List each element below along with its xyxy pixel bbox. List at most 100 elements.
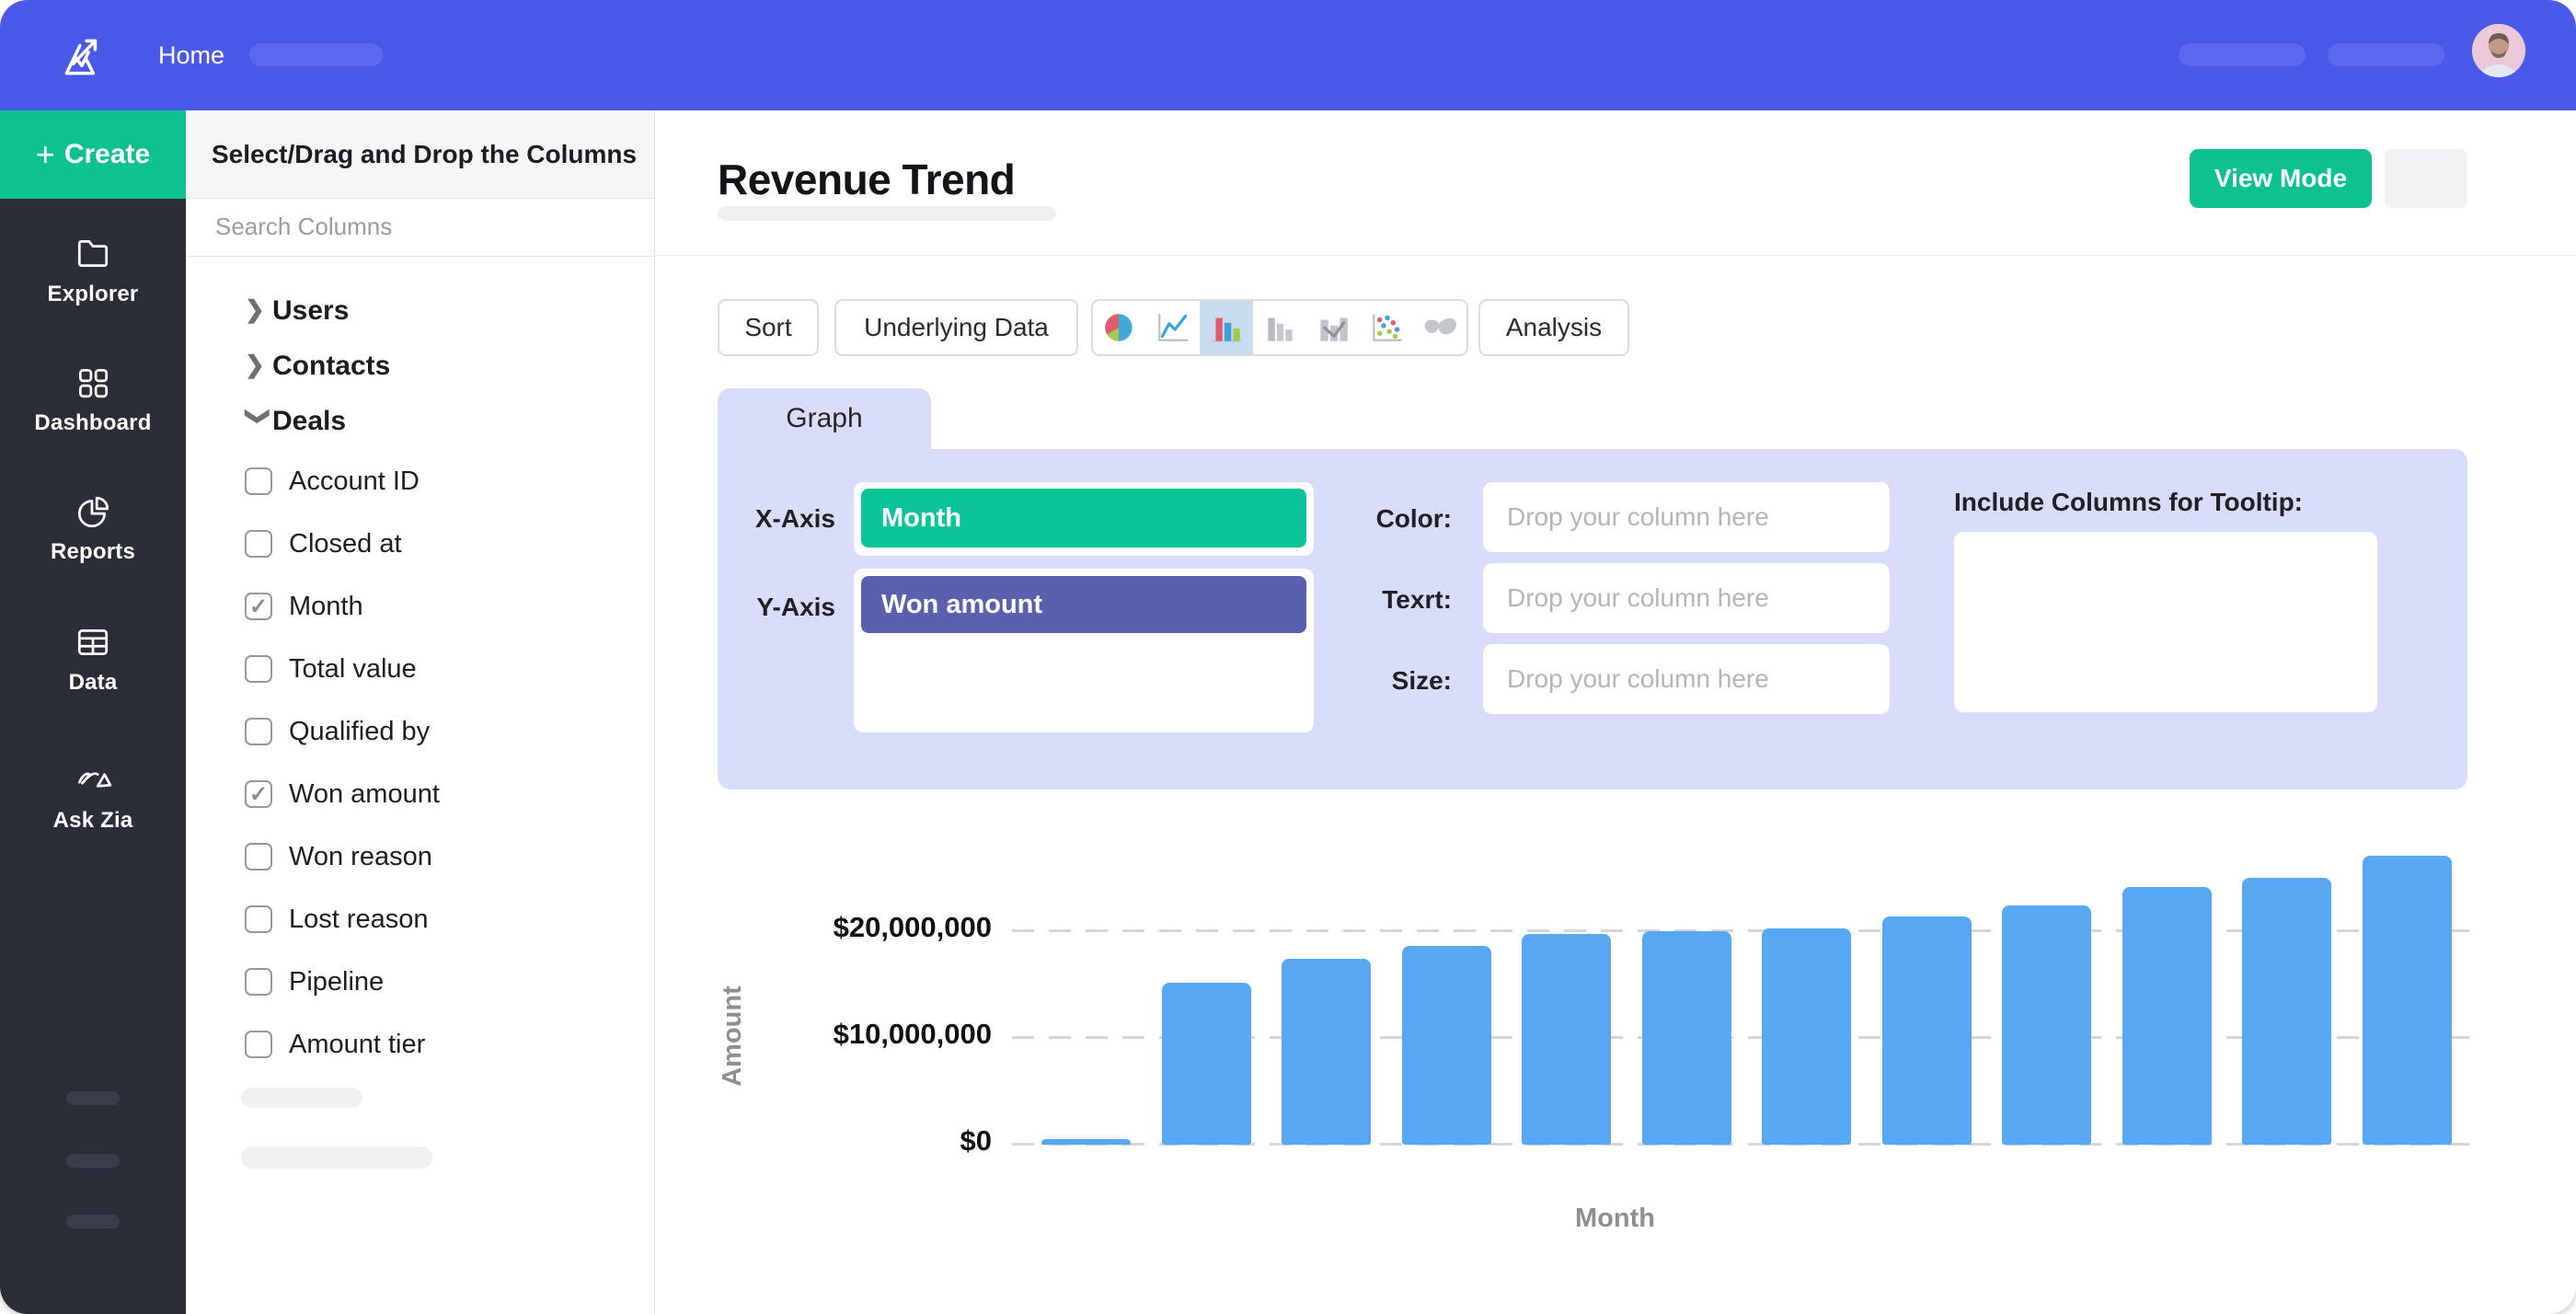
sidebar-item-dashboard[interactable]: Dashboard bbox=[0, 363, 186, 452]
scatter-chart-icon bbox=[1367, 310, 1406, 345]
topbar: Home bbox=[0, 0, 2576, 110]
tree-group[interactable]: ❯ Contacts bbox=[186, 339, 654, 394]
checkbox-icon[interactable] bbox=[245, 968, 272, 996]
bar-month-8[interactable] bbox=[1882, 916, 1972, 1145]
bar-month-5[interactable] bbox=[1522, 934, 1611, 1145]
topbar-skeleton-pill bbox=[2179, 43, 2306, 66]
column-skeleton-pill bbox=[241, 1147, 432, 1169]
column-skeleton-pill bbox=[241, 1088, 362, 1108]
column-field[interactable]: Closed at bbox=[186, 513, 654, 575]
checkbox-icon[interactable] bbox=[245, 655, 272, 683]
line-chart-icon bbox=[1154, 310, 1192, 345]
column-field[interactable]: Won reason bbox=[186, 825, 654, 888]
checkbox-icon[interactable] bbox=[245, 780, 272, 808]
column-field-label: Pipeline bbox=[289, 967, 384, 997]
sidebar-item-label: Dashboard bbox=[34, 410, 151, 436]
checkbox-icon[interactable] bbox=[245, 843, 272, 870]
tooltip-columns-dropzone[interactable] bbox=[1954, 532, 2377, 712]
folder-icon bbox=[74, 235, 112, 273]
create-button[interactable]: + Create bbox=[0, 110, 186, 199]
tree-group-label: Users bbox=[272, 295, 349, 327]
color-dropzone[interactable]: Drop your column here bbox=[1483, 482, 1890, 552]
y-tick-label: $20,000,000 bbox=[746, 911, 992, 944]
bar-month-4[interactable] bbox=[1402, 946, 1491, 1145]
checkbox-icon[interactable] bbox=[245, 718, 272, 745]
chart-type-map[interactable] bbox=[1413, 301, 1466, 354]
search-columns-input[interactable] bbox=[213, 199, 622, 254]
chevron-icon: ❯ bbox=[245, 295, 272, 324]
zia-icon bbox=[74, 761, 112, 800]
column-field[interactable]: Month bbox=[186, 575, 654, 638]
create-button-label: Create bbox=[64, 139, 150, 170]
column-field[interactable]: Qualified by bbox=[186, 700, 654, 763]
bar-month-7[interactable] bbox=[1762, 928, 1851, 1145]
x-axis-chip[interactable]: Month bbox=[861, 489, 1306, 548]
sidebar-item-explorer[interactable]: Explorer bbox=[0, 235, 186, 323]
chart-type-bar[interactable] bbox=[1200, 301, 1253, 354]
sort-button[interactable]: Sort bbox=[718, 299, 819, 356]
columns-tree: ❯ Users ❯ Contacts ❯ Deals bbox=[186, 283, 654, 449]
sidebar-skeleton-pill bbox=[66, 1091, 120, 1105]
checkbox-icon[interactable] bbox=[245, 593, 272, 620]
title-skeleton-pill bbox=[718, 206, 1056, 221]
bar-month-6[interactable] bbox=[1642, 931, 1731, 1145]
bar-month-10[interactable] bbox=[2122, 887, 2212, 1145]
column-field[interactable]: Pipeline bbox=[186, 951, 654, 1013]
sidebar-item-ask-zia[interactable]: Ask Zia bbox=[0, 761, 186, 849]
bar-month-11[interactable] bbox=[2242, 878, 2331, 1145]
x-axis-dropwell[interactable]: Month bbox=[854, 482, 1314, 556]
column-field-label: Month bbox=[289, 592, 363, 622]
column-field[interactable]: Total value bbox=[186, 638, 654, 700]
bar-month-1[interactable] bbox=[1041, 1139, 1131, 1145]
underlying-data-button[interactable]: Underlying Data bbox=[834, 299, 1078, 356]
topbar-skeleton-pill bbox=[249, 43, 383, 66]
analysis-button[interactable]: Analysis bbox=[1478, 299, 1629, 356]
sidebar-item-label: Ask Zia bbox=[53, 808, 133, 834]
app-logo-icon[interactable] bbox=[57, 29, 110, 83]
bar-month-3[interactable] bbox=[1282, 959, 1371, 1145]
sidebar-item-label: Reports bbox=[51, 539, 135, 565]
user-avatar[interactable] bbox=[2472, 24, 2525, 77]
header-divider bbox=[654, 255, 2576, 256]
chart-type-combo[interactable] bbox=[1306, 301, 1360, 354]
checkbox-icon[interactable] bbox=[245, 905, 272, 933]
column-field[interactable]: Amount tier bbox=[186, 1013, 654, 1076]
bar-chart: Amount Month $0$10,000,000$20,000,000 bbox=[654, 810, 2576, 1242]
chart-type-line[interactable] bbox=[1146, 301, 1200, 354]
sidebar-item-reports[interactable]: Reports bbox=[0, 492, 186, 581]
map-chart-icon bbox=[1420, 310, 1459, 345]
y-tick-label: $0 bbox=[746, 1124, 992, 1158]
chart-type-pie[interactable] bbox=[1093, 301, 1146, 354]
column-field[interactable]: Won amount bbox=[186, 763, 654, 825]
chart-type-column[interactable] bbox=[1253, 301, 1306, 354]
column-field-label: Account ID bbox=[289, 467, 420, 497]
bar-month-12[interactable] bbox=[2363, 856, 2452, 1145]
tree-group[interactable]: ❯ Deals bbox=[186, 394, 654, 449]
y-axis-dropwell[interactable]: Won amount bbox=[854, 569, 1314, 732]
tree-group[interactable]: ❯ Users bbox=[186, 283, 654, 339]
view-mode-button[interactable]: View Mode bbox=[2190, 149, 2372, 208]
sidebar-skeleton-pill bbox=[66, 1215, 120, 1228]
column-field[interactable]: Lost reason bbox=[186, 888, 654, 951]
sidebar-item-data[interactable]: Data bbox=[0, 623, 186, 711]
nav-home[interactable]: Home bbox=[158, 0, 224, 110]
size-dropzone[interactable]: Drop your column here bbox=[1483, 644, 1890, 714]
header-placeholder-button[interactable] bbox=[2385, 149, 2467, 208]
pie-report-icon bbox=[74, 492, 112, 531]
checkbox-icon[interactable] bbox=[245, 467, 272, 495]
text-label: Texrt: bbox=[1297, 585, 1452, 615]
y-tick-label: $10,000,000 bbox=[746, 1018, 992, 1051]
chart-type-scatter[interactable] bbox=[1360, 301, 1413, 354]
plus-icon: + bbox=[36, 141, 55, 168]
y-axis-chip[interactable]: Won amount bbox=[861, 576, 1306, 633]
tab-graph[interactable]: Graph bbox=[718, 388, 931, 449]
pie-chart-icon bbox=[1100, 310, 1139, 345]
column-field[interactable]: Account ID bbox=[186, 450, 654, 513]
bar-month-9[interactable] bbox=[2002, 905, 2091, 1145]
tree-group-label: Deals bbox=[272, 406, 346, 437]
text-dropzone[interactable]: Drop your column here bbox=[1483, 563, 1890, 633]
checkbox-icon[interactable] bbox=[245, 1031, 272, 1058]
checkbox-icon[interactable] bbox=[245, 530, 272, 558]
chevron-icon: ❯ bbox=[245, 406, 273, 433]
bar-month-2[interactable] bbox=[1162, 983, 1251, 1145]
